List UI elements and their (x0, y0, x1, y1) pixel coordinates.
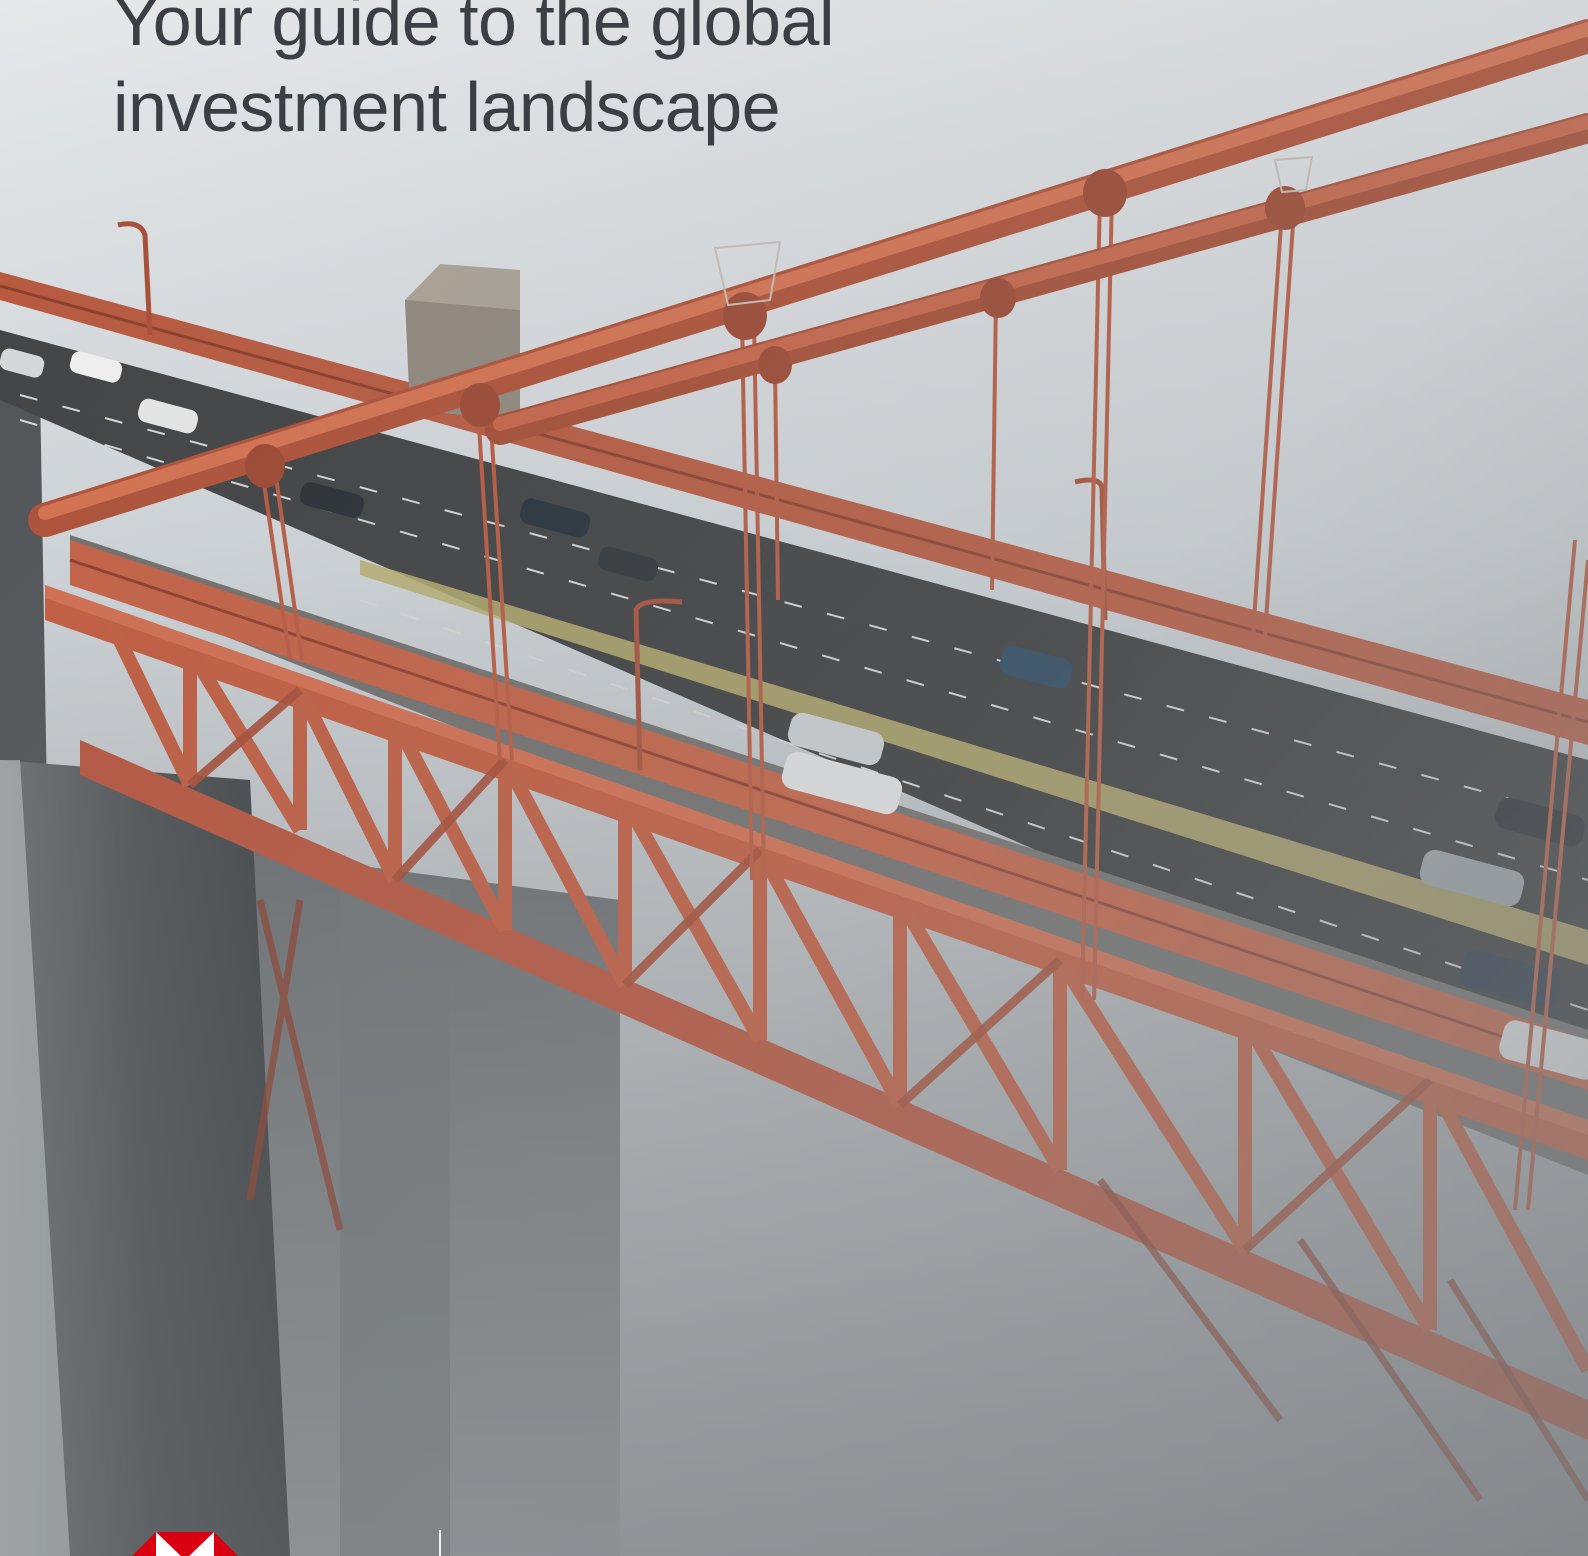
cover-headline: Your guide to the global investment land… (113, 0, 1013, 150)
hexagon-logo-icon (128, 1532, 242, 1556)
bridge-photo (0, 0, 1588, 1556)
headline-line-1: Your guide to the global (113, 0, 835, 60)
brand-divider (439, 1530, 441, 1556)
headline-line-2: investment landscape (113, 68, 781, 146)
cover-page: Your guide to the global investment land… (0, 0, 1588, 1556)
